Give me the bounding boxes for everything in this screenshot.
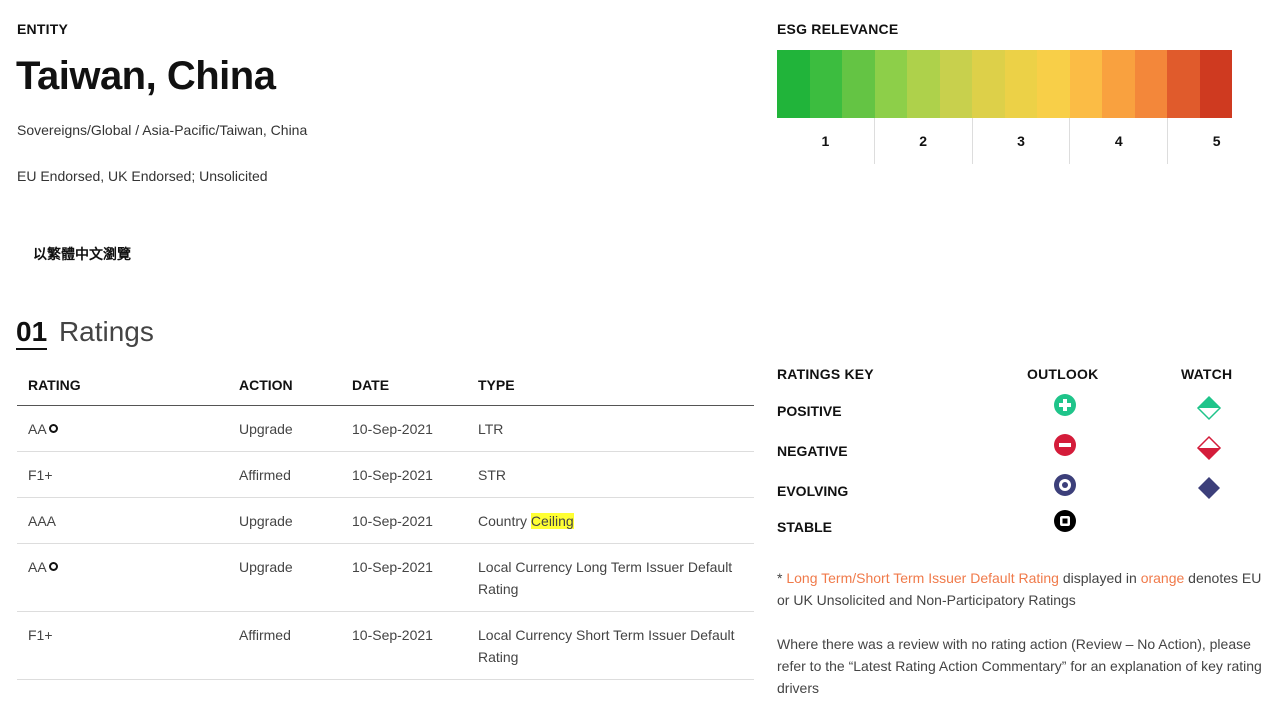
- evolving-dot-icon: [1054, 474, 1076, 496]
- esg-color-segment: [939, 50, 973, 118]
- watch-evolving-diamond-icon: [1198, 477, 1220, 499]
- column-header-date: DATE: [341, 365, 467, 406]
- column-header-rating: RATING: [17, 365, 228, 406]
- positive-plus-icon: [1054, 394, 1076, 416]
- rating-value: AA: [28, 559, 47, 575]
- entity-title: Taiwan, China: [16, 54, 276, 98]
- esg-color-segment: [1232, 50, 1265, 118]
- column-header-action: ACTION: [228, 365, 341, 406]
- date-cell: 10-Sep-2021: [341, 543, 467, 612]
- rating-cell: AA: [17, 543, 228, 612]
- orange-rating-footnote: * Long Term/Short Term Issuer Default Ra…: [777, 567, 1267, 611]
- esg-relevance-label: ESG RELEVANCE: [777, 21, 899, 37]
- key-stable-label: STABLE: [777, 519, 832, 535]
- date-cell: 10-Sep-2021: [341, 405, 467, 452]
- stable-square-icon: [1054, 510, 1076, 532]
- date-cell: 10-Sep-2021: [341, 497, 467, 544]
- evolving-outlook-icon: [48, 424, 58, 433]
- traditional-chinese-link[interactable]: 以繁體中文瀏覽: [33, 244, 131, 264]
- type-text: Country: [478, 513, 531, 529]
- esg-scale-2: 2: [875, 118, 973, 164]
- negative-minus-icon: [1054, 434, 1076, 456]
- watch-column-label: WATCH: [1181, 366, 1233, 382]
- table-row: F1+ Affirmed 10-Sep-2021 Local Currency Sho…: [17, 611, 754, 680]
- ratings-key-label: RATINGS KEY: [777, 366, 874, 382]
- table-row: AA Upgrade 10-Sep-2021 Local Currency Long …: [17, 543, 754, 612]
- type-text: LTR: [478, 421, 504, 437]
- esg-color-segment: [1167, 50, 1200, 118]
- key-positive-label: POSITIVE: [777, 403, 842, 419]
- esg-color-segment: [1037, 50, 1070, 118]
- rating-cell: F1+: [17, 451, 228, 498]
- esg-color-segment: [874, 50, 908, 118]
- section-number: 01: [16, 316, 48, 350]
- evolving-outlook-icon: [48, 562, 58, 571]
- action-cell: Upgrade: [228, 497, 341, 544]
- esg-scale-3: 3: [973, 118, 1071, 164]
- esg-color-segment: [777, 50, 810, 118]
- rating-value: AA: [28, 421, 47, 437]
- type-cell: LTR: [467, 405, 754, 452]
- esg-color-segment: [1004, 50, 1038, 118]
- key-evolving-label: EVOLVING: [777, 483, 849, 499]
- watch-negative-diamond-icon: [1196, 435, 1222, 461]
- table-header-row: RATING ACTION DATE TYPE: [17, 365, 754, 406]
- review-no-action-note: Where there was a review with no rating …: [777, 636, 1262, 696]
- ratings-section-heading: 01 Ratings: [16, 316, 154, 350]
- table-row: F1+ Affirmed 10-Sep-2021 STR: [17, 451, 754, 498]
- column-header-type: TYPE: [467, 365, 754, 406]
- rating-cell: AA: [17, 405, 228, 452]
- esg-color-segment: [809, 50, 843, 118]
- type-cell: Country Ceiling: [467, 497, 754, 544]
- action-cell: Affirmed: [228, 611, 341, 680]
- rating-cell: AAA: [17, 497, 228, 544]
- footnote-orange-word: orange: [1140, 570, 1185, 586]
- rating-value: F1+: [28, 467, 53, 483]
- type-text: Local Currency Short Term Issuer Default…: [478, 627, 735, 665]
- type-highlight: Ceiling: [530, 513, 574, 529]
- esg-color-segment: [972, 50, 1005, 118]
- esg-color-segment: [907, 50, 940, 118]
- esg-color-segment: [1134, 50, 1168, 118]
- type-cell: STR: [467, 451, 754, 498]
- ratings-table: RATING ACTION DATE TYPE AA Upgrade 10-Sep-…: [17, 365, 754, 680]
- date-cell: 10-Sep-2021: [341, 611, 467, 680]
- footnote-prefix: *: [777, 570, 787, 586]
- footnote-idr-link: Long Term/Short Term Issuer Default Rati…: [786, 570, 1059, 586]
- entity-sector-path: Sovereigns/Global / Asia-Pacific/Taiwan,…: [17, 122, 308, 138]
- type-cell: Local Currency Long Term Issuer Default …: [467, 543, 754, 612]
- esg-color-segment: [1199, 50, 1233, 118]
- watch-positive-diamond-icon: [1196, 395, 1222, 421]
- rating-value: F1+: [28, 627, 53, 643]
- esg-color-segment: [1069, 50, 1103, 118]
- action-cell: Upgrade: [228, 543, 341, 612]
- rating-value: AAA: [28, 513, 57, 529]
- esg-scale-1: 1: [777, 118, 875, 164]
- entity-label: ENTITY: [17, 21, 68, 37]
- type-text: STR: [478, 467, 506, 483]
- date-cell: 10-Sep-2021: [341, 451, 467, 498]
- outlook-column-label: OUTLOOK: [1027, 366, 1099, 382]
- section-title: Ratings: [58, 316, 154, 347]
- table-row: AAA Upgrade 10-Sep-2021 Country Ceiling: [17, 497, 754, 544]
- esg-color-segment: [842, 50, 875, 118]
- esg-scale-4: 4: [1070, 118, 1169, 164]
- esg-color-segment: [1102, 50, 1135, 118]
- action-cell: Affirmed: [228, 451, 341, 498]
- esg-scale-5: 5: [1212, 133, 1221, 149]
- footnote-mid: displayed in: [1058, 570, 1141, 586]
- type-text: Local Currency Long Term Issuer Default …: [478, 559, 733, 597]
- action-cell: Upgrade: [228, 405, 341, 452]
- table-row: AA Upgrade 10-Sep-2021 LTR: [17, 405, 754, 452]
- type-cell: Local Currency Short Term Issuer Default…: [467, 611, 754, 680]
- key-negative-label: NEGATIVE: [777, 443, 848, 459]
- esg-color-scale: [777, 50, 1265, 118]
- esg-scale-numbers: 1 2 3 4 5: [777, 118, 1265, 164]
- entity-endorsement: EU Endorsed, UK Endorsed; Unsolicited: [17, 168, 268, 184]
- rating-cell: F1+: [17, 611, 228, 680]
